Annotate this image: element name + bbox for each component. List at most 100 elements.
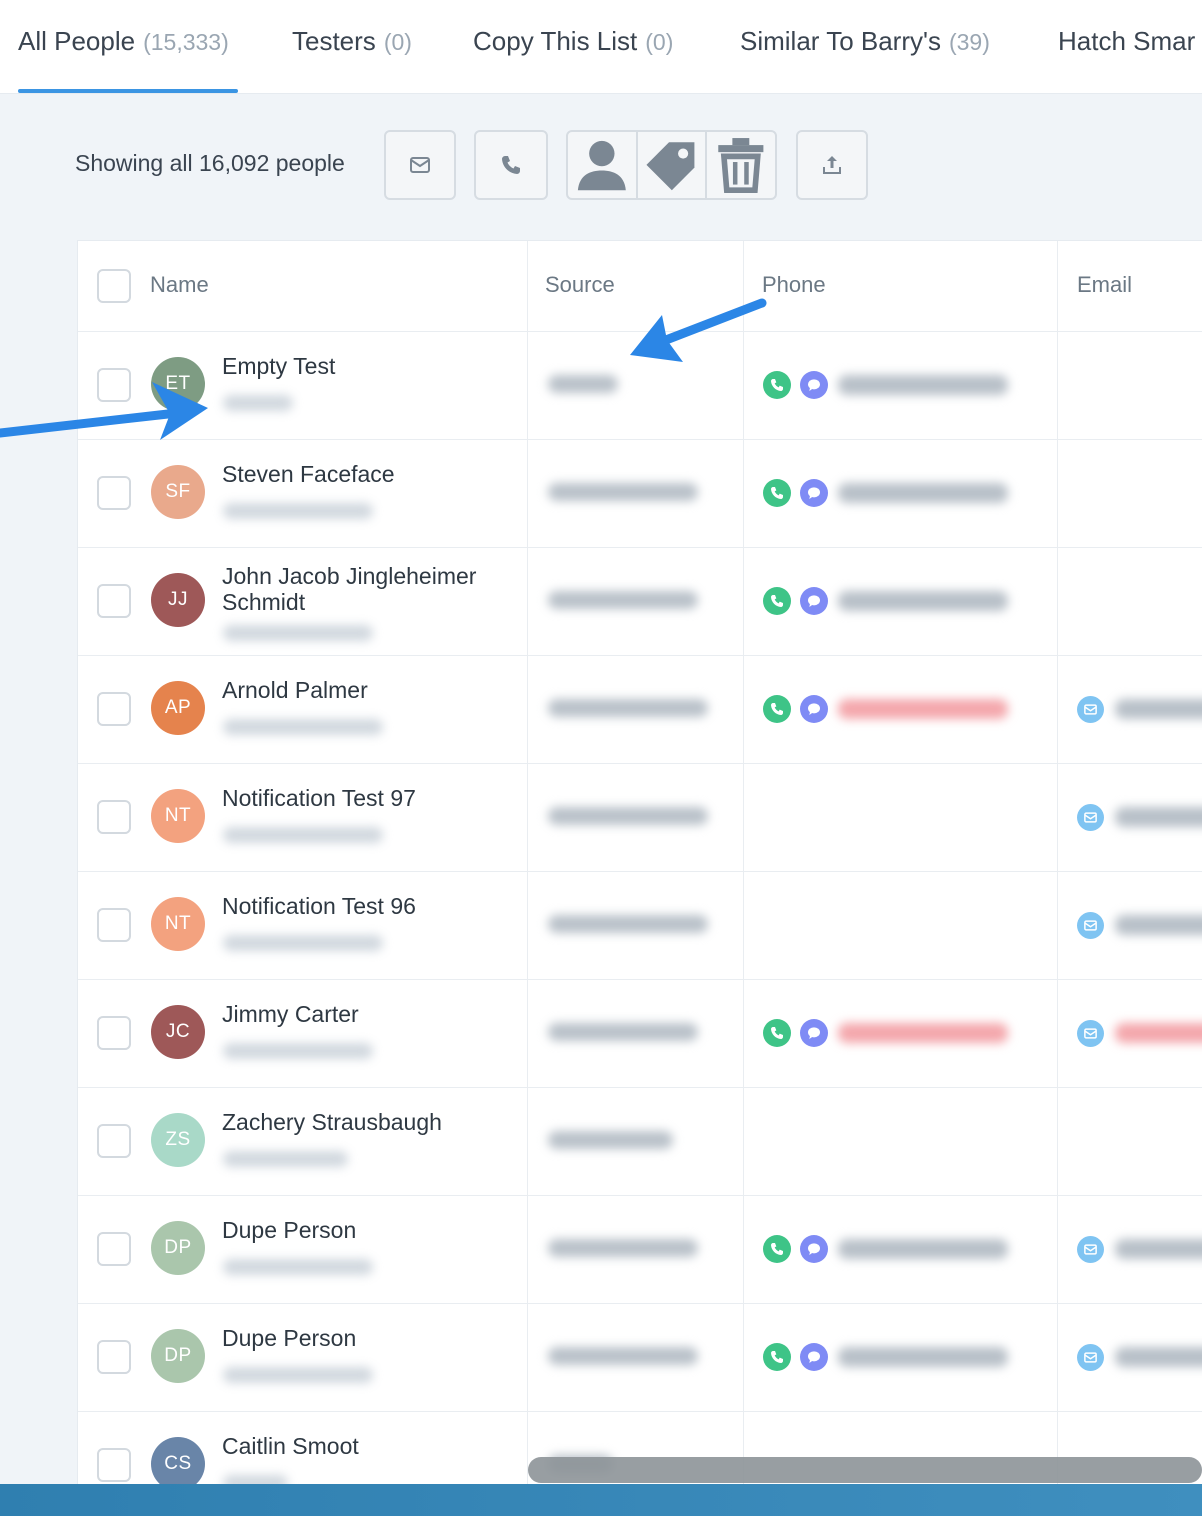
call-action[interactable] (763, 587, 791, 615)
source-column-header[interactable]: Source (545, 272, 615, 298)
person-name[interactable]: Notification Test 97 (222, 785, 522, 811)
email-action[interactable] (1077, 804, 1104, 831)
person-name[interactable]: Dupe Person (222, 1325, 522, 1351)
tab-copy-this-list[interactable]: Copy This List (0) (473, 26, 673, 57)
email-action[interactable] (1077, 1020, 1104, 1047)
phone-column-header[interactable]: Phone (762, 272, 826, 298)
chat-bubble-icon (808, 1243, 820, 1255)
assign-user-button[interactable] (568, 132, 636, 198)
person-name[interactable]: Zachery Strausbaugh (222, 1109, 522, 1135)
person-name[interactable]: Steven Faceface (222, 461, 522, 487)
tab-all-people[interactable]: All People (15,333) (18, 26, 229, 57)
showing-count-label: Showing all 16,092 people (75, 150, 345, 176)
person-name[interactable]: Empty Test (222, 353, 522, 379)
name-column-header[interactable]: Name (150, 272, 209, 298)
row-checkbox[interactable] (97, 1340, 131, 1374)
table-row[interactable]: SF Steven Faceface (78, 439, 1202, 548)
blurred-email-address (1115, 1239, 1202, 1259)
table-row[interactable]: DP Dupe Person (78, 1303, 1202, 1412)
table-row[interactable]: ZS Zachery Strausbaugh (78, 1087, 1202, 1196)
row-checkbox[interactable] (97, 1124, 131, 1158)
text-action[interactable] (800, 1343, 828, 1371)
table-row[interactable]: NT Notification Test 96 (78, 871, 1202, 980)
email-action[interactable] (1077, 912, 1104, 939)
avatar-initials: SF (165, 481, 191, 502)
tab-hatch-smart[interactable]: Hatch Smar (1058, 26, 1195, 57)
chat-bubble-icon (808, 487, 820, 499)
row-checkbox[interactable] (97, 1232, 131, 1266)
trash-icon (718, 138, 764, 194)
tab-testers[interactable]: Testers (0) (292, 26, 412, 57)
text-action[interactable] (800, 1235, 828, 1263)
email-icon (1084, 704, 1097, 715)
bulk-action-group (566, 130, 777, 200)
call-action[interactable] (763, 1343, 791, 1371)
row-checkbox[interactable] (97, 584, 131, 618)
blurred-phone-number (838, 1023, 1008, 1043)
tab-label: All People (18, 26, 136, 56)
avatar-initials: AP (164, 697, 192, 718)
table-row[interactable]: AP Arnold Palmer (78, 655, 1202, 764)
tab-label: Hatch Smar (1058, 26, 1196, 56)
avatar-initials: NT (164, 913, 192, 934)
call-action[interactable] (763, 1235, 791, 1263)
phone-icon (771, 487, 783, 499)
select-all-checkbox[interactable] (97, 269, 131, 303)
avatar: JC (151, 1005, 205, 1059)
person-name[interactable]: Notification Test 96 (222, 893, 522, 919)
email-column-header[interactable]: Email (1077, 272, 1132, 298)
export-button[interactable] (796, 130, 868, 200)
row-checkbox[interactable] (97, 476, 131, 510)
row-checkbox[interactable] (97, 1448, 131, 1482)
phone-icon (771, 595, 783, 607)
table-row[interactable]: JC Jimmy Carter (78, 979, 1202, 1088)
row-checkbox[interactable] (97, 1016, 131, 1050)
tag-button[interactable] (635, 132, 706, 198)
person-name[interactable]: John Jacob Jingleheimer Schmidt (222, 563, 522, 615)
phone-icon (502, 156, 520, 174)
table-row[interactable]: JJ John Jacob Jingleheimer Schmidt (78, 547, 1202, 656)
blurred-source-value (548, 1023, 698, 1041)
person-name[interactable]: Jimmy Carter (222, 1001, 522, 1027)
text-action[interactable] (800, 587, 828, 615)
table-row[interactable]: NT Notification Test 97 (78, 763, 1202, 872)
call-action[interactable] (763, 695, 791, 723)
table-row[interactable]: DP Dupe Person (78, 1195, 1202, 1304)
blurred-email-address (1115, 1347, 1202, 1367)
call-action[interactable] (763, 371, 791, 399)
text-action[interactable] (800, 371, 828, 399)
call-button[interactable] (474, 130, 548, 200)
tab-label: Testers (292, 26, 376, 56)
email-action[interactable] (1077, 696, 1104, 723)
person-name[interactable]: Dupe Person (222, 1217, 522, 1243)
avatar: JJ (151, 573, 205, 627)
tab-similar-to-barrys[interactable]: Similar To Barry's (39) (740, 26, 990, 57)
avatar: DP (151, 1329, 205, 1383)
text-action[interactable] (800, 479, 828, 507)
people-table: Name Source Phone Email ET Empty Test SF St… (77, 240, 1202, 1485)
phone-icon (771, 703, 783, 715)
email-icon (1084, 1028, 1097, 1039)
blurred-source-subtext (223, 719, 383, 735)
person-name[interactable]: Arnold Palmer (222, 677, 522, 703)
person-name[interactable]: Caitlin Smoot (222, 1433, 522, 1459)
blurred-source-subtext (223, 1151, 348, 1167)
table-row[interactable]: ET Empty Test (78, 331, 1202, 440)
email-action[interactable] (1077, 1236, 1104, 1263)
call-action[interactable] (763, 479, 791, 507)
row-checkbox[interactable] (97, 908, 131, 942)
avatar-initials: DP (164, 1237, 192, 1258)
email-action[interactable] (1077, 1344, 1104, 1371)
text-action[interactable] (800, 1019, 828, 1047)
blurred-email-address (1115, 915, 1202, 935)
email-button[interactable] (384, 130, 456, 200)
delete-button[interactable] (705, 132, 775, 198)
avatar-initials: NT (164, 805, 192, 826)
call-action[interactable] (763, 1019, 791, 1047)
row-checkbox[interactable] (97, 800, 131, 834)
horizontal-scrollbar[interactable] (528, 1457, 1202, 1483)
blurred-source-value (548, 1239, 698, 1257)
text-action[interactable] (800, 695, 828, 723)
row-checkbox[interactable] (97, 368, 131, 402)
row-checkbox[interactable] (97, 692, 131, 726)
